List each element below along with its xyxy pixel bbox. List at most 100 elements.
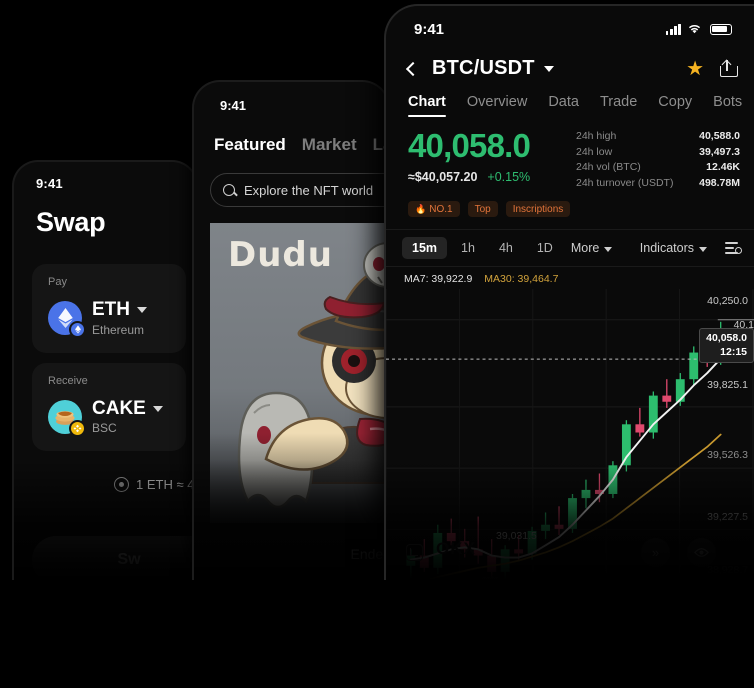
swap-status-time: 9:41 (36, 176, 63, 191)
eye-icon (694, 548, 709, 558)
receive-token-symbol: CAKE (92, 397, 146, 419)
battery-icon (710, 23, 732, 35)
swap-page-title: Swap (36, 207, 106, 237)
indicators-label: Indicators (639, 241, 694, 256)
pay-label: Pay (48, 276, 67, 288)
fullscreen-icon[interactable] (406, 544, 423, 562)
price-change-percent: +0.15% (487, 169, 531, 184)
current-price-tag: 40,058.0 12:15 (699, 328, 754, 363)
swap-submit-button[interactable]: Sw (32, 536, 196, 580)
more-timeframes-dropdown[interactable]: More (567, 241, 616, 255)
chart-status-bar: 9:41 (386, 6, 754, 46)
stat-key: 24h turnover (USDT) (576, 176, 674, 189)
low-price-label: 39,031.5 (496, 530, 537, 543)
stat-value: 39,497.3 (699, 145, 740, 158)
nft-auction-footer: Ended 00 : 0 (210, 546, 388, 562)
stat-key: 24h vol (BTC) (576, 161, 641, 174)
stat-key: 24h high (576, 130, 617, 142)
nft-status-time: 9:41 (220, 98, 247, 113)
bnb-chain-badge (69, 419, 86, 437)
more-label: More (570, 241, 600, 256)
favorite-star-icon[interactable]: ★ (686, 56, 704, 81)
timeframe-1d[interactable]: 1D (527, 237, 563, 259)
tab-featured[interactable]: Featured (214, 135, 286, 155)
indicators-dropdown[interactable]: Indicators (636, 241, 711, 255)
chevron-down-icon (699, 246, 707, 252)
market-tag-row: NO.1 Top Inscriptions (386, 191, 754, 218)
trading-pair-title[interactable]: BTC/USDT (432, 57, 535, 80)
nft-search-placeholder: Explore the NFT world (244, 182, 374, 198)
candlestick-chart[interactable]: 40,250.0 40,1 39,825.1 39,526.3 39,227.5… (386, 289, 754, 580)
pay-token-symbol: ETH (92, 299, 130, 320)
stat-24h-low: 24h low 39,497.3 (576, 145, 740, 161)
price-tag-time: 12:15 (720, 345, 747, 358)
tab-chart[interactable]: Chart (408, 94, 446, 117)
y-axis-label-2: 39,825.1 (707, 379, 748, 392)
tab-bots[interactable]: Bots (713, 94, 742, 117)
stat-value: 12.46K (706, 161, 740, 174)
y-axis-label-0: 40,250.0 (707, 295, 748, 308)
nft-featured-artwork[interactable]: Dudu (210, 223, 388, 523)
nft-phone-mockup: 9:41 Featured Market La Explore the NFT … (192, 80, 390, 580)
moving-average-legend: MA7: 39,922.9 MA30: 39,464.7 (386, 267, 754, 285)
price-usd-equivalent: ≈$40,057.20 (408, 169, 478, 184)
y-axis-label-4: 39,227.5 (707, 511, 748, 524)
tag-no1[interactable]: NO.1 (408, 201, 460, 218)
receive-token-network: BSC (92, 421, 117, 436)
stat-value: 40,588.0 (699, 130, 740, 142)
stat-value: 498.78M (699, 176, 740, 189)
timeframe-1h[interactable]: 1h (451, 237, 485, 259)
price-tag-price: 40,058.0 (706, 332, 747, 345)
exchange-rate-text: 1 ETH ≈ 4 (136, 477, 195, 493)
wifi-icon (688, 25, 701, 34)
pay-token-network: Ethereum (92, 322, 145, 337)
y-axis-label-3: 39,526.3 (707, 449, 748, 462)
chart-tab-bar: Chart Overview Data Trade Copy Bots (386, 81, 754, 117)
ma7-legend: MA7: 39,922.9 (404, 273, 473, 286)
pay-card[interactable]: Pay ETH Ethereum (32, 264, 186, 353)
chevron-down-icon[interactable] (152, 405, 163, 412)
nft-tab-bar: Featured Market La (194, 113, 388, 155)
refresh-rate-icon[interactable] (114, 477, 129, 493)
back-chevron-icon[interactable] (405, 61, 421, 76)
timeframe-4h[interactable]: 4h (489, 237, 523, 259)
stat-24h-high: 24h high 40,588.0 (576, 129, 740, 145)
signal-bars-icon (665, 23, 681, 35)
chart-status-time: 9:41 (414, 20, 445, 38)
ethereum-token-icon (48, 301, 86, 339)
ma30-legend: MA30: 39,464.7 (484, 273, 559, 286)
receive-label: Receive (48, 374, 88, 387)
tab-overview[interactable]: Overview (467, 94, 527, 117)
tag-inscriptions[interactable]: Inscriptions (505, 201, 571, 218)
stat-24h-turnover: 24h turnover (USDT) 498.78M (576, 176, 740, 192)
timeframe-15m[interactable]: 15m (402, 237, 448, 260)
tab-trade[interactable]: Trade (600, 94, 637, 117)
chevron-down-icon (604, 246, 613, 252)
market-stats: 24h high 40,588.0 24h low 39,497.3 24h v… (576, 129, 754, 191)
okx-watermark: OKX (436, 539, 476, 559)
exchange-rate-row[interactable]: 1 ETH ≈ 4 (114, 477, 196, 493)
timeframe-toolbar: 15m 1h 4h 1D More Indicators (386, 229, 754, 268)
tab-copy[interactable]: Copy (658, 94, 692, 117)
chart-phone-mockup: 9:41 BTC/USDT ★ Chart Overview Data Trad… (384, 4, 754, 580)
stat-key: 24h low (576, 145, 613, 158)
tab-data[interactable]: Data (548, 94, 579, 117)
tag-top[interactable]: Top (467, 201, 498, 218)
nft-search-input[interactable]: Explore the NFT world (210, 173, 388, 207)
price-summary: 40,058.0 ≈$40,057.20 +0.15% 24h high 40,… (386, 117, 754, 191)
chevron-down-icon[interactable] (137, 306, 147, 313)
receive-card[interactable]: Receive CAKE BSC (32, 362, 186, 452)
last-price: 40,058.0 (408, 127, 531, 164)
chart-settings-icon[interactable] (725, 241, 742, 256)
artwork-gradient-overlay (210, 433, 388, 523)
tab-market[interactable]: Market (302, 135, 357, 155)
ethereum-network-badge (69, 321, 86, 339)
pay-token-row[interactable]: ETH Ethereum (48, 299, 186, 339)
stat-24h-volume: 24h vol (BTC) 12.46K (576, 160, 740, 176)
receive-token-row[interactable]: CAKE BSC (48, 397, 186, 437)
share-icon[interactable] (720, 59, 738, 77)
swap-phone-mockup: 9:41 Swap Pay ETH Ethereum Receive CAKE … (12, 160, 198, 580)
pancakeswap-token-icon (48, 399, 86, 437)
search-icon (223, 184, 235, 196)
pair-chevron-down-icon[interactable] (543, 65, 554, 72)
